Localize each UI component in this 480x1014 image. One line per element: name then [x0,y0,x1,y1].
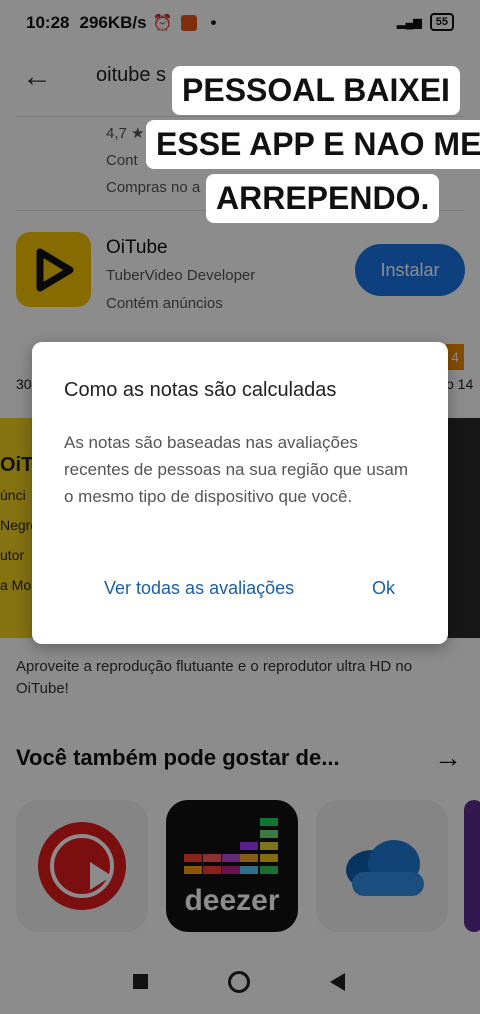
video-caption-overlay: PESSOAL BAIXEI ESSE APP E NAO ME ARREPEN… [146,66,480,226]
ok-button[interactable]: Ok [372,578,395,599]
dialog-body: As notas são baseadas nas avaliações rec… [64,433,409,506]
caption-line: ARREPENDO. [206,174,440,223]
dialog-title: Como as notas são calculadas [64,379,337,401]
caption-line: ESSE APP E NAO ME [146,120,480,169]
see-all-reviews-button[interactable]: Ver todas as avaliações [104,578,294,599]
caption-line: PESSOAL BAIXEI [172,66,460,115]
ratings-info-dialog: Como as notas são calculadas As notas sã… [32,342,448,644]
